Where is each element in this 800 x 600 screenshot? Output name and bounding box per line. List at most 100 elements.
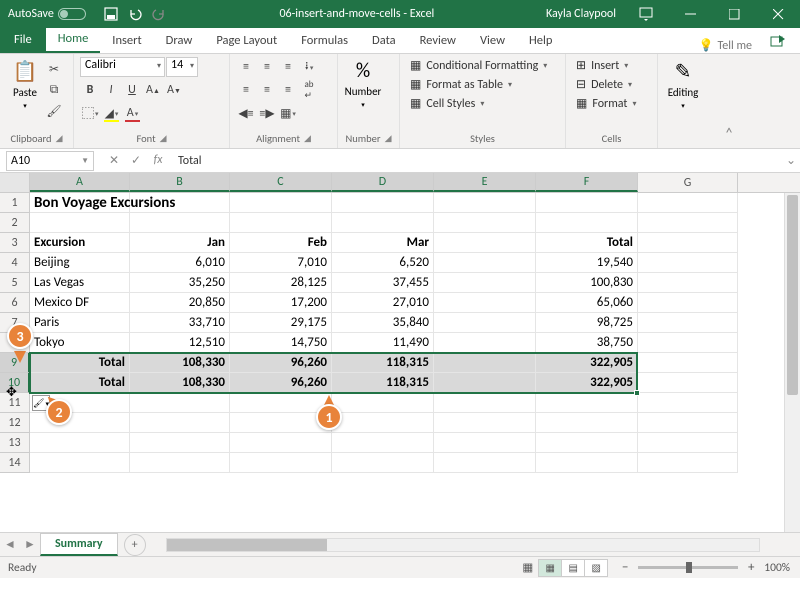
- number-format-button[interactable]: % Number ▾: [344, 57, 382, 111]
- tab-review[interactable]: Review: [408, 28, 468, 53]
- cut-button[interactable]: ✂: [44, 59, 64, 79]
- increase-indent-button[interactable]: ≡▶: [257, 103, 277, 123]
- cell[interactable]: 322,905: [536, 373, 638, 393]
- font-name-select[interactable]: Calibri: [80, 57, 165, 77]
- select-all-button[interactable]: [0, 173, 30, 192]
- format-cells-button[interactable]: ▦Format▾: [572, 95, 640, 112]
- cell[interactable]: [638, 233, 738, 253]
- collapse-ribbon-button[interactable]: ˄: [725, 125, 734, 144]
- vertical-scrollbar[interactable]: [784, 193, 800, 532]
- cell[interactable]: Bon Voyage Excursions: [30, 193, 130, 213]
- cell[interactable]: [332, 413, 434, 433]
- zoom-in-button[interactable]: +: [744, 560, 758, 575]
- cell[interactable]: [130, 193, 230, 213]
- maximize-button[interactable]: [712, 0, 756, 28]
- row-header[interactable]: 6: [0, 293, 30, 313]
- cell[interactable]: 28,125: [230, 273, 332, 293]
- cell[interactable]: 20,850: [130, 293, 230, 313]
- cell[interactable]: [638, 273, 738, 293]
- cell[interactable]: 37,455: [332, 273, 434, 293]
- align-right-button[interactable]: ≡: [278, 80, 298, 100]
- cell[interactable]: 14,750: [230, 333, 332, 353]
- new-sheet-button[interactable]: +: [124, 534, 146, 556]
- col-header-d[interactable]: D: [332, 173, 434, 192]
- tab-help[interactable]: Help: [517, 28, 564, 53]
- cell[interactable]: [434, 253, 536, 273]
- cell[interactable]: [434, 313, 536, 333]
- tab-formulas[interactable]: Formulas: [289, 28, 360, 53]
- cell[interactable]: 108,330: [130, 353, 230, 373]
- cell[interactable]: 17,200: [230, 293, 332, 313]
- cell[interactable]: 27,010: [332, 293, 434, 313]
- paste-button[interactable]: 📋 Paste ▾: [6, 57, 44, 112]
- row-header[interactable]: 4: [0, 253, 30, 273]
- cell[interactable]: [230, 453, 332, 473]
- cell[interactable]: Feb: [230, 233, 332, 253]
- cell[interactable]: [638, 253, 738, 273]
- cell[interactable]: 322,905: [536, 353, 638, 373]
- cell[interactable]: 11,490: [332, 333, 434, 353]
- page-break-view-button[interactable]: ▧: [584, 559, 608, 577]
- cell[interactable]: [434, 213, 536, 233]
- col-header-e[interactable]: E: [434, 173, 536, 192]
- font-dialog-launcher[interactable]: ◢: [160, 133, 167, 144]
- sheet-nav-next[interactable]: ►: [20, 537, 40, 552]
- cell[interactable]: [434, 453, 536, 473]
- share-button[interactable]: [762, 29, 794, 53]
- enter-formula-button[interactable]: ✓: [126, 153, 146, 168]
- delete-cells-button[interactable]: ⊟Delete▾: [572, 76, 640, 93]
- cell[interactable]: [638, 193, 738, 213]
- conditional-formatting-button[interactable]: ▦Conditional Formatting▾: [406, 57, 551, 74]
- borders-button[interactable]: [80, 103, 101, 123]
- cell[interactable]: [434, 333, 536, 353]
- cell[interactable]: [332, 213, 434, 233]
- cell[interactable]: [638, 353, 738, 373]
- cell[interactable]: [536, 193, 638, 213]
- cell[interactable]: Excursion: [30, 233, 130, 253]
- zoom-level[interactable]: 100%: [764, 561, 790, 575]
- close-button[interactable]: [756, 0, 800, 28]
- tab-insert[interactable]: Insert: [100, 28, 153, 53]
- cell[interactable]: [130, 393, 230, 413]
- cell[interactable]: [434, 393, 536, 413]
- insert-function-button[interactable]: fx: [148, 153, 168, 168]
- cell[interactable]: 38,750: [536, 333, 638, 353]
- save-button[interactable]: [100, 3, 122, 25]
- cell[interactable]: 35,840: [332, 313, 434, 333]
- cell[interactable]: [30, 453, 130, 473]
- cell[interactable]: 96,260: [230, 353, 332, 373]
- cell[interactable]: 7,010: [230, 253, 332, 273]
- decrease-font-button[interactable]: A▼: [164, 80, 184, 100]
- copy-button[interactable]: ⧉: [44, 80, 64, 100]
- cell[interactable]: Las Vegas: [30, 273, 130, 293]
- tell-me-search[interactable]: 💡 Tell me: [689, 38, 762, 53]
- increase-font-button[interactable]: A▲: [143, 80, 163, 100]
- format-painter-button[interactable]: 🖌: [44, 101, 64, 121]
- cell[interactable]: [332, 193, 434, 213]
- col-header-b[interactable]: B: [130, 173, 230, 192]
- cell[interactable]: [638, 293, 738, 313]
- cell[interactable]: [230, 433, 332, 453]
- cell[interactable]: [332, 433, 434, 453]
- cell[interactable]: Total: [536, 233, 638, 253]
- horizontal-scrollbar[interactable]: [146, 538, 800, 552]
- align-middle-button[interactable]: ≡: [257, 57, 277, 77]
- cell[interactable]: [130, 453, 230, 473]
- undo-button[interactable]: [124, 3, 146, 25]
- insert-cells-button[interactable]: ⊞Insert▾: [572, 57, 640, 74]
- ribbon-options-button[interactable]: [624, 0, 668, 28]
- cell[interactable]: 118,315: [332, 353, 434, 373]
- cell[interactable]: [130, 213, 230, 233]
- cell[interactable]: [536, 213, 638, 233]
- cell[interactable]: Jan: [130, 233, 230, 253]
- col-header-a[interactable]: A: [30, 173, 130, 192]
- cell[interactable]: [434, 433, 536, 453]
- clipboard-dialog-launcher[interactable]: ◢: [56, 133, 63, 144]
- cell[interactable]: [536, 433, 638, 453]
- decrease-indent-button[interactable]: ◀≡: [236, 103, 256, 123]
- cell[interactable]: [434, 273, 536, 293]
- tab-view[interactable]: View: [468, 28, 517, 53]
- cell[interactable]: 65,060: [536, 293, 638, 313]
- orientation-button[interactable]: ⭭: [299, 57, 319, 77]
- tab-data[interactable]: Data: [360, 28, 408, 53]
